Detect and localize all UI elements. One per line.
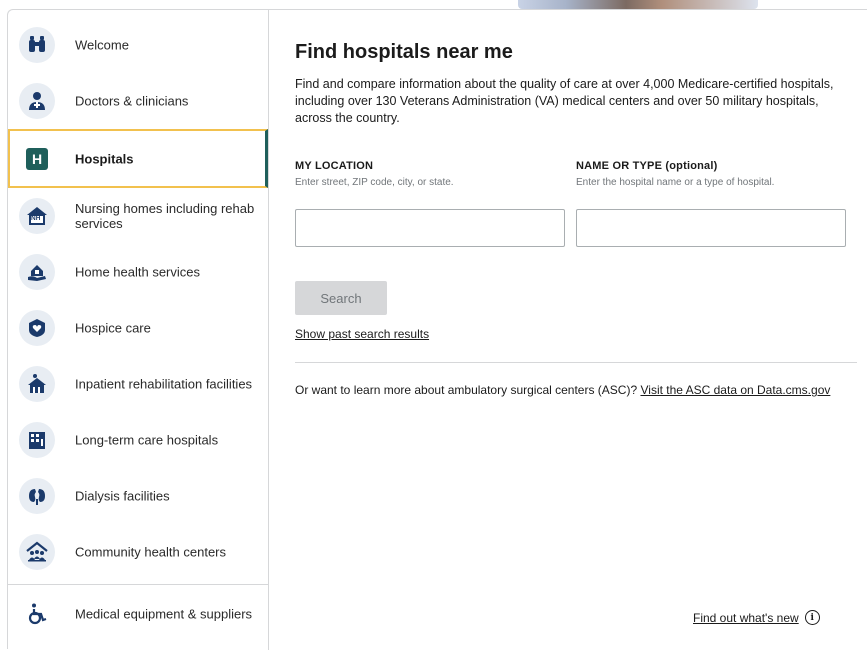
location-help-text: Enter street, ZIP code, city, or state. <box>295 177 454 188</box>
sidebar-item-label: Community health centers <box>75 544 227 560</box>
sidebar-item-label: Medical equipment & suppliers <box>75 606 253 622</box>
whats-new: Find out what's new i <box>693 610 820 625</box>
sidebar-item-label: Welcome <box>75 37 129 53</box>
sidebar-divider <box>8 584 268 585</box>
asc-info-text: Or want to learn more about ambulatory s… <box>295 383 641 397</box>
sidebar-item-doctors[interactable]: Doctors & clinicians <box>8 73 268 129</box>
sidebar-item-label: Long-term care hospitals <box>75 432 219 448</box>
page-description: Find and compare information about the q… <box>295 77 834 125</box>
location-label: MY LOCATION <box>295 160 374 172</box>
kidney-icon <box>19 478 55 514</box>
search-button[interactable]: Search <box>295 281 387 315</box>
hospice-icon <box>19 310 55 346</box>
sidebar-item-hospitals[interactable]: H Hospitals <box>8 129 268 188</box>
wheelchair-icon <box>19 596 55 632</box>
long-term-care-icon <box>19 422 55 458</box>
sidebar-item-welcome[interactable]: Welcome <box>8 17 268 73</box>
doctor-icon <box>19 83 55 119</box>
page-title: Find hospitals near me <box>295 41 513 63</box>
section-divider <box>295 362 857 363</box>
info-icon[interactable]: i <box>804 610 820 625</box>
binoculars-icon <box>19 27 55 63</box>
sidebar-item-community-health[interactable]: Community health centers <box>8 524 268 580</box>
sidebar-item-label: Hospitals <box>75 151 134 166</box>
sidebar-item-label: Home health services <box>75 264 200 280</box>
asc-data-link[interactable]: Visit the ASC data on Data.cms.gov <box>640 383 830 397</box>
name-type-input[interactable] <box>576 209 846 247</box>
sidebar-item-label: Inpatient rehabilitation facilities <box>75 376 253 392</box>
sidebar-item-label: Doctors & clinicians <box>75 93 189 109</box>
sidebar-item-label: Hospice care <box>75 320 151 336</box>
past-search-results-link[interactable]: Show past search results <box>295 327 429 341</box>
location-input[interactable] <box>295 209 565 247</box>
sidebar-item-home-health[interactable]: Home health services <box>8 244 268 300</box>
sidebar-item-medical-equipment[interactable]: Medical equipment & suppliers <box>8 586 268 642</box>
hospital-icon: H <box>19 141 55 177</box>
whats-new-link[interactable]: Find out what's new <box>693 611 799 625</box>
name-type-help-text: Enter the hospital name or a type of hos… <box>576 177 775 188</box>
header-photo-fragment <box>518 0 758 9</box>
community-health-icon <box>19 534 55 570</box>
home-health-icon <box>19 254 55 290</box>
nursing-home-icon: NH <box>19 198 55 234</box>
sidebar-item-long-term-care[interactable]: Long-term care hospitals <box>8 412 268 468</box>
asc-info: Or want to learn more about ambulatory s… <box>295 382 855 399</box>
sidebar-item-label: Nursing homes including rehab services <box>75 201 255 231</box>
sidebar-item-hospice[interactable]: Hospice care <box>8 300 268 356</box>
sidebar-item-label: Dialysis facilities <box>75 488 170 504</box>
sidebar-item-inpatient-rehab[interactable]: Inpatient rehabilitation facilities <box>8 356 268 412</box>
rehab-facility-icon <box>19 366 55 402</box>
name-type-label: NAME OR TYPE (optional) <box>576 160 718 172</box>
sidebar-item-dialysis[interactable]: Dialysis facilities <box>8 468 268 524</box>
sidebar-nav: Welcome Doctors & clinicians H Hospitals… <box>8 10 269 650</box>
sidebar-item-nursing-homes[interactable]: NH Nursing homes including rehab service… <box>8 188 268 244</box>
search-card: Welcome Doctors & clinicians H Hospitals… <box>7 9 867 650</box>
